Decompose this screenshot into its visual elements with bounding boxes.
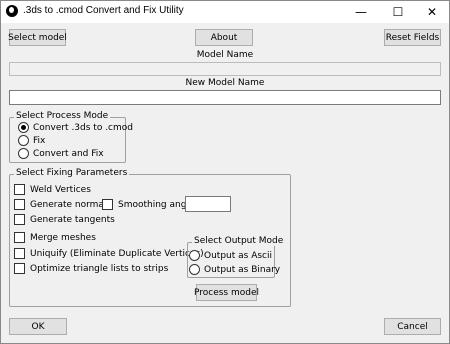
optimize-strips-label: Optimize triangle lists to strips [30, 263, 169, 274]
radio-output-ascii-label: Output as Ascii [204, 250, 272, 261]
select-model-button[interactable]: Select model [8, 29, 67, 46]
radio-fix-label: Fix [33, 135, 46, 146]
radio-fix-indicator[interactable] [18, 135, 29, 146]
smoothing-angle-input[interactable] [185, 196, 231, 212]
new-model-name-label: New Model Name [185, 78, 265, 88]
window-title: .3ds to .cmod Convert and Fix Utility [23, 5, 184, 16]
radio-convert-label: Convert .3ds to .cmod [33, 122, 133, 133]
generate-normals-box[interactable] [14, 199, 25, 210]
generate-tangents-label: Generate tangents [30, 214, 115, 225]
maximize-button[interactable]: ☐ [381, 1, 415, 23]
model-name-label: Model Name [196, 50, 254, 60]
generate-tangents-checkbox[interactable]: Generate tangents [14, 214, 115, 225]
radio-convert-and-fix-label: Convert and Fix [33, 148, 104, 159]
radio-convert-and-fix[interactable]: Convert and Fix [18, 148, 104, 159]
fixing-parameters-title: Select Fixing Parameters [14, 168, 130, 178]
new-model-name-input[interactable] [9, 90, 441, 105]
radio-convert-indicator[interactable] [18, 122, 29, 133]
close-button[interactable]: ✕ [415, 1, 449, 23]
minimize-button[interactable]: — [344, 1, 378, 23]
app-icon [6, 5, 18, 17]
radio-output-ascii[interactable]: Output as Ascii [189, 250, 272, 261]
uniquify-label: Uniquify (Eliminate Duplicate Vertices) [30, 248, 204, 259]
generate-tangents-box[interactable] [14, 214, 25, 225]
radio-output-binary[interactable]: Output as Binary [189, 264, 280, 275]
output-mode-title: Select Output Mode [192, 236, 286, 246]
cancel-button[interactable]: Cancel [384, 318, 441, 335]
radio-output-ascii-indicator[interactable] [189, 250, 200, 261]
optimize-strips-checkbox[interactable]: Optimize triangle lists to strips [14, 263, 168, 274]
merge-meshes-box[interactable] [14, 232, 25, 243]
radio-convert[interactable]: Convert .3ds to .cmod [18, 122, 133, 133]
weld-vertices-label: Weld Vertices [30, 184, 91, 195]
about-button[interactable]: About [195, 29, 253, 46]
weld-vertices-checkbox[interactable]: Weld Vertices [14, 184, 91, 195]
uniquify-box[interactable] [14, 248, 25, 259]
radio-output-binary-label: Output as Binary [204, 264, 281, 275]
uniquify-checkbox[interactable]: Uniquify (Eliminate Duplicate Vertices) [14, 248, 204, 259]
model-name-field [9, 62, 441, 76]
process-model-button[interactable]: Process model [194, 284, 259, 301]
main-window: .3ds to .cmod Convert and Fix Utility — … [0, 0, 450, 344]
radio-fix[interactable]: Fix [18, 135, 45, 146]
ok-button[interactable]: OK [9, 318, 67, 335]
generate-normals-label: Generate normals [30, 199, 112, 210]
title-bar: .3ds to .cmod Convert and Fix Utility — … [1, 1, 449, 23]
merge-meshes-checkbox[interactable]: Merge meshes [14, 232, 96, 243]
process-mode-title: Select Process Mode [14, 111, 111, 121]
optimize-strips-box[interactable] [14, 263, 25, 274]
radio-convert-and-fix-indicator[interactable] [18, 148, 29, 159]
smoothing-angle-checkbox[interactable]: Smoothing angle [102, 199, 194, 210]
smoothing-angle-label: Smoothing angle [118, 199, 195, 210]
radio-output-binary-indicator[interactable] [189, 264, 200, 275]
reset-fields-button[interactable]: Reset Fields [384, 29, 441, 46]
merge-meshes-label: Merge meshes [30, 232, 96, 243]
generate-normals-checkbox[interactable]: Generate normals [14, 199, 111, 210]
weld-vertices-box[interactable] [14, 184, 25, 195]
smoothing-angle-box[interactable] [102, 199, 113, 210]
